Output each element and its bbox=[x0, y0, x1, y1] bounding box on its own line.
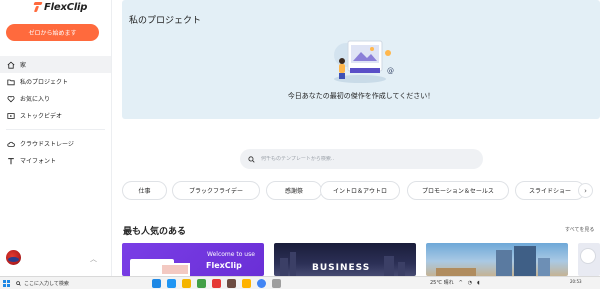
cloud-icon bbox=[6, 139, 15, 148]
home-icon bbox=[6, 60, 15, 69]
windows-start-icon[interactable] bbox=[3, 280, 10, 287]
app-icon[interactable] bbox=[227, 279, 236, 288]
sidebar-item-label: 私のプロジェクト bbox=[20, 79, 69, 86]
sidebar-nav: 家 私のプロジェクト お気に入り ストックビデオ クラウドストレージ マイフォン… bbox=[0, 56, 111, 169]
weather-text[interactable]: 25℃ 晴れ bbox=[430, 279, 454, 286]
wifi-icon[interactable]: ◔ bbox=[468, 280, 472, 286]
popular-thumbnails: Welcome to use FlexClip BUSINESS bbox=[122, 243, 600, 276]
my-projects-title: 私のプロジェクト bbox=[129, 16, 202, 26]
avatar[interactable] bbox=[6, 250, 21, 265]
template-thumbnail[interactable] bbox=[578, 243, 600, 276]
sidebar-item-label: クラウドストレージ bbox=[20, 141, 74, 148]
sidebar-item-label: お気に入り bbox=[20, 96, 51, 103]
search-input[interactable] bbox=[261, 156, 461, 162]
sidebar-item-label: 家 bbox=[20, 62, 27, 69]
building-shape bbox=[436, 268, 476, 276]
flexclip-logo-icon bbox=[34, 2, 42, 12]
template-thumbnail[interactable]: Welcome to use FlexClip bbox=[122, 243, 264, 276]
thumbnail-photo bbox=[160, 263, 190, 276]
heart-icon bbox=[6, 94, 15, 103]
font-icon bbox=[6, 156, 15, 165]
thumbnail-shape bbox=[580, 248, 596, 264]
chip-thanksgiving[interactable]: 感謝祭 bbox=[266, 181, 322, 200]
sidebar: FlexClip ゼロから始めます 家 私のプロジェクト お気に入り ストックビ… bbox=[0, 0, 112, 276]
sidebar-item-home[interactable]: 家 bbox=[0, 56, 111, 73]
edge-icon[interactable] bbox=[167, 279, 176, 288]
chevron-up-icon[interactable]: ︿ bbox=[90, 254, 97, 264]
building-shape bbox=[280, 258, 288, 276]
taskbar-search[interactable]: ここに入力して検索 bbox=[16, 279, 146, 288]
sidebar-item-label: マイフォント bbox=[20, 158, 57, 165]
taskbar-search-text: ここに入力して検索 bbox=[24, 281, 69, 287]
chip-black-friday[interactable]: ブラックフライデー bbox=[172, 181, 260, 200]
store-icon[interactable] bbox=[197, 279, 206, 288]
my-projects-panel: 私のプロジェクト @ 今日あなたの最初の傑作を作成してください！ bbox=[122, 0, 600, 119]
app-icon[interactable] bbox=[272, 279, 281, 288]
chip-work[interactable]: 仕事 bbox=[122, 181, 167, 200]
thumbnail-caption: BUSINESS bbox=[312, 263, 371, 273]
search-icon bbox=[248, 155, 255, 163]
category-chips: 仕事 ブラックフライデー 感謝祭 イントロ＆アウトロ プロモーション＆セールス … bbox=[122, 181, 600, 200]
template-thumbnail[interactable]: BUSINESS bbox=[274, 243, 416, 276]
logo-text: FlexClip bbox=[44, 1, 88, 13]
mail-icon[interactable] bbox=[212, 279, 221, 288]
empty-projects-message: 今日あなたの最初の傑作を作成してください！ bbox=[287, 92, 435, 100]
file-explorer-icon[interactable] bbox=[182, 279, 191, 288]
start-from-scratch-button[interactable]: ゼロから始めます bbox=[6, 24, 99, 41]
template-thumbnail[interactable] bbox=[426, 243, 568, 276]
template-search-bar[interactable] bbox=[240, 149, 483, 169]
search-icon bbox=[16, 281, 21, 286]
building-shape bbox=[514, 246, 536, 276]
chip-intro-outro[interactable]: イントロ＆アウトロ bbox=[320, 181, 400, 200]
empty-projects-illustration: @ bbox=[334, 40, 394, 83]
thumbnail-caption: FlexClip bbox=[206, 261, 242, 270]
sidebar-item-cloud-storage[interactable]: クラウドストレージ bbox=[0, 135, 111, 152]
most-popular-title: 最も人気のある bbox=[123, 227, 187, 237]
chip-promotion-sales[interactable]: プロモーション＆セールス bbox=[407, 181, 509, 200]
chrome-icon[interactable] bbox=[257, 279, 266, 288]
svg-text:@: @ bbox=[387, 67, 394, 75]
app-icon[interactable] bbox=[242, 279, 251, 288]
sidebar-item-stock-video[interactable]: ストックビデオ bbox=[0, 107, 111, 124]
chip-slideshow[interactable]: スライドショー bbox=[515, 181, 585, 200]
folder-icon bbox=[6, 77, 15, 86]
sidebar-divider bbox=[6, 129, 105, 130]
main-content: 私のプロジェクト @ 今日あなたの最初の傑作を作成してください！ 仕事 ブラック… bbox=[112, 0, 600, 276]
chevron-up-icon[interactable]: ^ bbox=[459, 280, 463, 286]
sidebar-item-my-fonts[interactable]: マイフォント bbox=[0, 152, 111, 169]
building-shape bbox=[398, 262, 405, 276]
sidebar-item-favorites[interactable]: お気に入り bbox=[0, 90, 111, 107]
sidebar-item-my-projects[interactable]: 私のプロジェクト bbox=[0, 73, 111, 90]
sidebar-item-label: ストックビデオ bbox=[20, 113, 63, 120]
volume-icon[interactable]: ◖ bbox=[477, 280, 480, 286]
building-shape bbox=[290, 252, 296, 276]
task-view-icon[interactable] bbox=[152, 279, 161, 288]
taskbar-pinned-apps bbox=[152, 279, 281, 288]
flexclip-logo[interactable]: FlexClip bbox=[34, 1, 87, 13]
film-icon bbox=[6, 111, 15, 120]
chevron-right-icon[interactable]: › bbox=[578, 183, 593, 198]
system-tray: 25℃ 晴れ ^ ◔ ◖ bbox=[430, 279, 480, 287]
building-shape bbox=[496, 250, 512, 276]
building-shape bbox=[384, 256, 394, 276]
windows-taskbar: ここに入力して検索 25℃ 晴れ ^ ◔ ◖ 20:53 bbox=[0, 276, 600, 289]
see-all-link[interactable]: すべてを見る bbox=[565, 226, 594, 233]
clock[interactable]: 20:53 bbox=[570, 280, 582, 284]
building-shape bbox=[538, 258, 550, 276]
thumbnail-caption: Welcome to use bbox=[207, 251, 255, 258]
